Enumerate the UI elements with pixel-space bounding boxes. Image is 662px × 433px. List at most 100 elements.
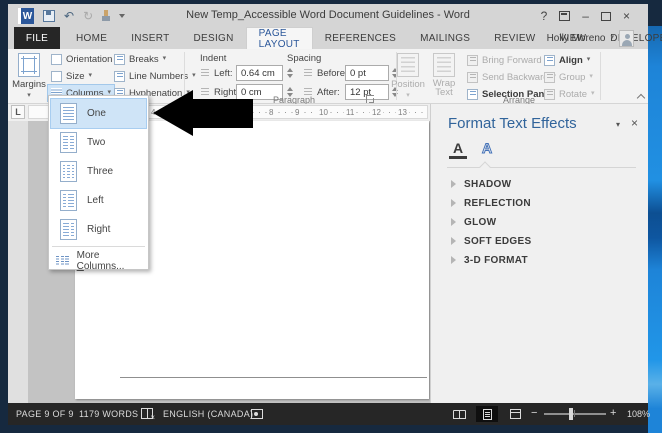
section-soft-edges[interactable]: SOFT EDGES: [451, 234, 531, 248]
format-painter-icon[interactable]: [102, 9, 111, 23]
bring-forward-button[interactable]: Bring Forward ▾: [464, 52, 552, 68]
line-numbers-button[interactable]: Line Numbers ▾: [111, 68, 199, 84]
spacing-before-row: Before:: [299, 65, 351, 81]
menu-item-more-columns[interactable]: More Columns...: [49, 249, 148, 273]
right-column-layout-icon: [60, 219, 77, 240]
group-button[interactable]: Group ▾: [541, 69, 596, 85]
customize-qat-icon[interactable]: [119, 14, 126, 18]
tab-file[interactable]: FILE: [14, 27, 60, 49]
pane-title: Format Text Effects: [448, 115, 577, 132]
zoom-level[interactable]: 108%: [627, 409, 650, 419]
tab-design[interactable]: DESIGN: [182, 27, 246, 49]
tab-mailings[interactable]: MAILINGS: [408, 27, 482, 49]
wrap-text-button[interactable]: Wrap Text: [426, 51, 462, 101]
macro-recording-icon[interactable]: [251, 409, 263, 419]
close-icon[interactable]: ×: [623, 9, 630, 23]
zoom-in-button[interactable]: +: [610, 407, 616, 419]
redo-icon[interactable]: ↻: [83, 9, 93, 23]
ribbon-display-options-icon[interactable]: [559, 11, 571, 21]
menu-item-left[interactable]: Left: [51, 186, 146, 215]
read-mode-button[interactable]: [448, 406, 470, 422]
group-objects-icon: [544, 71, 555, 83]
tab-references[interactable]: REFERENCES: [313, 27, 408, 49]
orientation-icon: [51, 53, 62, 65]
save-icon[interactable]: [43, 10, 55, 22]
more-columns-icon: [56, 256, 69, 266]
expand-icon: [451, 180, 456, 188]
breaks-icon: [114, 53, 125, 65]
menu-item-two[interactable]: Two: [51, 128, 146, 157]
size-icon: [51, 70, 62, 82]
section-3d-format[interactable]: 3-D FORMAT: [451, 253, 528, 267]
format-text-effects-pane: Format Text Effects ▾ × A A SHADOW REFLE…: [430, 104, 648, 403]
tab-home[interactable]: HOME: [64, 27, 119, 49]
spacing-before-input[interactable]: 0 pt: [345, 65, 389, 81]
columns-dropdown-menu: One Two Three Left Right More Columns...: [48, 95, 149, 273]
align-button[interactable]: Align ▾: [541, 52, 593, 68]
pane-options-icon[interactable]: ▾: [616, 120, 620, 129]
pane-divider: [447, 167, 636, 168]
pane-close-icon[interactable]: ×: [631, 116, 638, 130]
language-indicator[interactable]: ENGLISH (CANADA): [163, 409, 253, 419]
expand-icon: [451, 237, 456, 245]
zoom-slider-thumb[interactable]: [569, 408, 573, 420]
paragraph-dialog-launcher-icon[interactable]: [366, 95, 374, 103]
expand-icon: [451, 199, 456, 207]
spacing-before-icon: [302, 68, 313, 79]
collapse-ribbon-icon[interactable]: [636, 93, 646, 103]
align-icon: [544, 54, 555, 66]
text-fill-outline-tab[interactable]: A: [449, 140, 467, 159]
quick-access-toolbar: W ↶ ↻: [18, 7, 126, 25]
breaks-button[interactable]: Breaks ▾: [111, 51, 169, 67]
indent-left-input[interactable]: 0.64 cm: [236, 65, 283, 81]
selection-pane-icon: [467, 88, 478, 100]
word-application-window: New Temp_Accessible Word Document Guidel…: [0, 0, 662, 433]
web-layout-icon: [509, 409, 521, 419]
menu-item-right[interactable]: Right: [51, 215, 146, 244]
section-shadow[interactable]: SHADOW: [451, 177, 511, 191]
rotate-icon: [544, 88, 555, 100]
print-layout-button[interactable]: [476, 406, 498, 422]
page-indicator[interactable]: PAGE 9 OF 9: [16, 409, 74, 419]
indent-left-stepper[interactable]: [287, 65, 293, 81]
zoom-slider-center-tick: [574, 410, 575, 417]
document-margin-strip: [8, 121, 28, 403]
expand-icon: [451, 256, 456, 264]
status-bar: PAGE 9 OF 9 1179 WORDS ENGLISH (CANADA) …: [8, 403, 650, 425]
tab-review[interactable]: REVIEW: [482, 27, 547, 49]
position-button[interactable]: Position ▾: [390, 51, 426, 101]
menu-separator: [52, 246, 145, 247]
user-name: Holly Moreno: [546, 32, 606, 44]
section-reflection[interactable]: REFLECTION: [451, 196, 531, 210]
help-icon[interactable]: ?: [541, 9, 548, 23]
rotate-button[interactable]: Rotate ▾: [541, 86, 598, 102]
word-count[interactable]: 1179 WORDS: [79, 409, 138, 419]
text-effects-tab[interactable]: A: [478, 140, 496, 157]
proofing-errors-icon[interactable]: [141, 408, 155, 422]
tab-stop-selector[interactable]: L: [11, 105, 25, 119]
group-divider: [600, 52, 601, 100]
indent-right-icon: [199, 87, 210, 98]
zoom-out-button[interactable]: −: [531, 407, 537, 419]
tab-page-layout[interactable]: PAGE LAYOUT: [245, 27, 313, 50]
undo-icon[interactable]: ↶: [64, 9, 74, 23]
restore-icon[interactable]: [600, 11, 611, 21]
web-layout-button[interactable]: [504, 406, 526, 422]
tab-insert[interactable]: INSERT: [119, 27, 181, 49]
indent-left-icon: [199, 68, 210, 79]
menu-item-one[interactable]: One: [50, 98, 147, 129]
avatar: [619, 29, 634, 47]
section-glow[interactable]: GLOW: [451, 215, 496, 229]
zoom-slider-track[interactable]: [544, 413, 606, 415]
account-menu[interactable]: Holly Moreno ▾: [547, 27, 634, 49]
word-logo-icon: W: [18, 8, 34, 24]
size-button[interactable]: Size ▾: [48, 68, 95, 84]
group-divider: [184, 52, 185, 100]
minimize-icon[interactable]: –: [582, 9, 589, 23]
spacing-heading: Spacing: [287, 53, 322, 64]
bring-forward-icon: [467, 54, 478, 66]
three-column-layout-icon: [60, 161, 77, 182]
margins-button[interactable]: Margins ▾: [12, 51, 46, 101]
ribbon-tab-row: FILE HOME INSERT DESIGN PAGE LAYOUT REFE…: [8, 27, 662, 50]
menu-item-three[interactable]: Three: [51, 157, 146, 186]
